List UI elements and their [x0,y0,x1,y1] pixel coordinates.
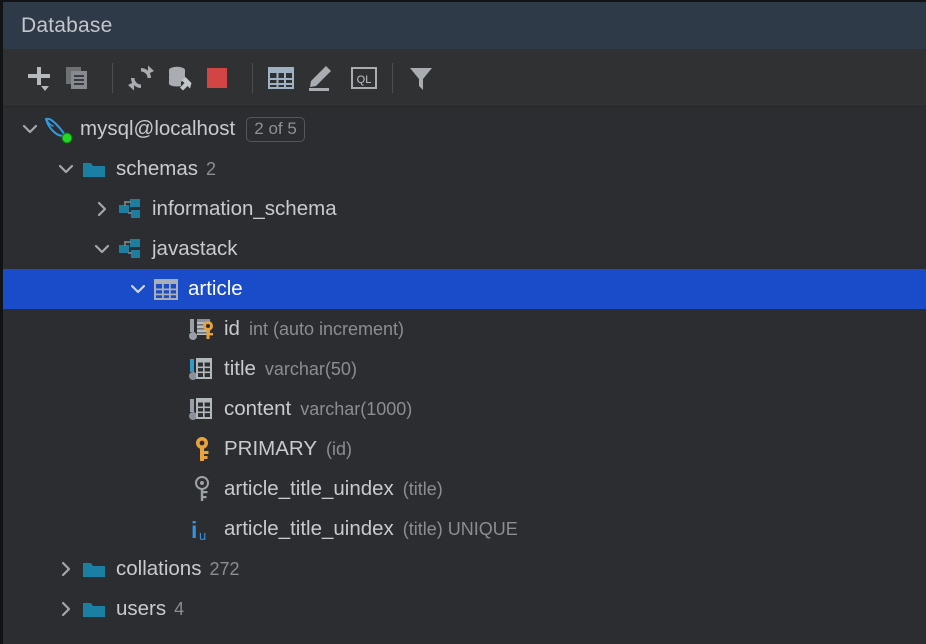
tree-item-detail: (id) [326,439,352,460]
tree-item-label: article_title_uindex [224,517,394,541]
schema-icon [115,238,145,260]
tree-item-label: collations [116,557,201,581]
pencil-icon [306,65,332,91]
tree-item-label: content [224,397,291,421]
database-tool-window: Database QL mysql@localhost 2 of 5 schemas… [0,0,926,644]
tree-item-primary-key[interactable]: PRIMARY (id) [3,429,926,469]
tree-item-label: schemas [116,157,198,181]
index-icon: iu [187,516,217,542]
tree-item-label: PRIMARY [224,437,317,461]
ql-console-icon: QL [351,66,377,90]
column-icon [187,397,217,421]
chevron-right-icon[interactable] [53,560,79,578]
tree-item-collations-group[interactable]: collations 272 [3,549,926,589]
folder-icon [79,600,109,619]
chevron-down-icon[interactable] [17,120,43,138]
mysql-dolphin-icon [43,114,73,144]
primary-key-icon [187,436,217,462]
tree-item-javastack[interactable]: javastack [3,229,926,269]
tree-item-schemas-group[interactable]: schemas 2 [3,149,926,189]
tree-item-label: javastack [152,237,237,261]
table-editor-button[interactable] [262,59,300,97]
tree-item-count: 272 [209,559,239,580]
duplicate-button[interactable] [58,59,96,97]
tree-item-users-group[interactable]: users 4 [3,589,926,629]
chevron-down-icon[interactable] [125,280,151,298]
tree-item-information-schema[interactable]: information_schema [3,189,926,229]
query-console-button[interactable]: QL [345,59,383,97]
tree-item-unique-key[interactable]: article_title_uindex (title) [3,469,926,509]
folder-icon [79,560,109,579]
stop-button[interactable] [198,59,236,97]
table-grid-icon [268,67,294,89]
chevron-right-icon[interactable] [89,200,115,218]
funnel-icon [408,65,434,91]
column-indexed-icon [187,357,217,381]
unique-key-icon [187,476,217,502]
folder-icon [79,160,109,179]
page-title: Database [21,14,113,38]
tree-item-column-title[interactable]: title varchar(50) [3,349,926,389]
toolbar: QL [3,49,926,107]
column-key-icon [187,317,217,341]
toolbar-separator-2 [252,63,253,93]
tree-item-index[interactable]: iu article_title_uindex (title) UNIQUE [3,509,926,549]
database-tree: mysql@localhost 2 of 5 schemas 2 information… [3,107,926,629]
toolbar-separator-3 [392,63,393,93]
refresh-button[interactable] [122,59,160,97]
tree-item-label: id [224,317,240,341]
chevron-down-icon[interactable] [53,160,79,178]
svg-text:u: u [199,528,206,542]
chevron-right-icon[interactable] [53,600,79,618]
connection-count-badge: 2 of 5 [246,117,305,142]
toolbar-separator-1 [112,63,113,93]
tree-item-count: 4 [174,599,184,620]
schema-icon [115,198,145,220]
tree-item-detail: varchar(50) [265,359,357,380]
filter-button[interactable] [402,59,440,97]
tree-item-label: information_schema [152,197,337,221]
tree-item-label: article [188,277,243,301]
table-icon [151,279,181,300]
tree-item-label: title [224,357,256,381]
copy-icon [64,65,90,91]
tree-item-detail: (title) [403,479,443,500]
svg-text:QL: QL [357,74,372,86]
tree-item-article-table[interactable]: article [3,269,926,309]
tree-item-detail: int (auto increment) [249,319,404,340]
tree-item-detail: (title) UNIQUE [403,519,518,540]
plus-dropdown-icon [25,64,53,92]
tree-item-count: 2 [206,159,216,180]
tool-window-header: Database [3,2,926,49]
tree-item-datasource[interactable]: mysql@localhost 2 of 5 [3,109,926,149]
chevron-down-icon[interactable] [89,240,115,258]
svg-text:i: i [191,517,197,542]
database-wrench-icon [166,65,192,91]
tree-item-label: article_title_uindex [224,477,394,501]
tree-item-detail: varchar(1000) [300,399,412,420]
tree-item-column-id[interactable]: id int (auto increment) [3,309,926,349]
tree-item-label: users [116,597,166,621]
add-button[interactable] [20,59,58,97]
modify-button[interactable] [300,59,338,97]
tree-item-column-content[interactable]: content varchar(1000) [3,389,926,429]
refresh-icon [128,65,154,91]
database-tools-button[interactable] [160,59,198,97]
tree-item-label: mysql@localhost [80,117,235,141]
stop-square-icon [206,67,228,89]
